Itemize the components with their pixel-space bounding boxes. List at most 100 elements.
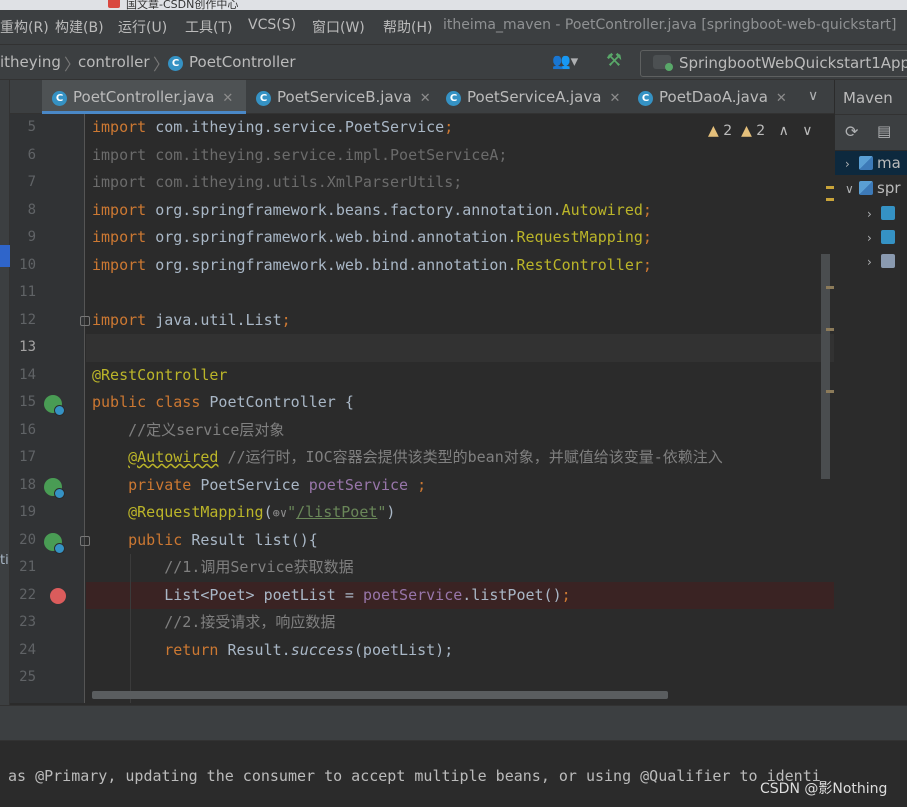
- lifecycle-gear-icon: [881, 206, 895, 220]
- code-line-breakpoint: List<Poet> poetList = poetService.listPo…: [86, 581, 834, 609]
- tab-poetdaoa[interactable]: C PoetDaoA.java ✕: [630, 80, 806, 114]
- window-title: itheima_maven - PoetController.java [spr…: [443, 17, 897, 33]
- ide-window: 国文章-CSDN创作中心 重构(R) 构建(B) 运行(U) 工具(T) VCS…: [0, 0, 907, 807]
- spring-bean-icon[interactable]: [44, 395, 65, 416]
- menu-refactor[interactable]: 重构(R): [0, 17, 49, 37]
- maven-tree-item[interactable]: ›: [867, 204, 899, 222]
- globe-icon: ⊕∨: [272, 506, 288, 520]
- chevron-right-icon: ›: [867, 207, 872, 221]
- code-line: private PoetService poetService ;: [92, 475, 427, 494]
- code-line: public class PoetController {: [92, 393, 354, 411]
- maven-tree-item[interactable]: ›: [867, 252, 899, 270]
- code-line: public Result list(){: [92, 530, 318, 549]
- chevron-down-icon[interactable]: ∨: [808, 88, 818, 104]
- warning-marker[interactable]: [826, 186, 834, 189]
- weak-warning-icon: ▲: [741, 123, 752, 139]
- horizontal-scrollbar[interactable]: [92, 691, 668, 699]
- breakpoint-icon[interactable]: [50, 588, 66, 604]
- line-number: 18: [19, 476, 36, 493]
- code-line: return Result.success(poetList);: [92, 640, 454, 659]
- watermark: CSDN @影Nothing: [760, 781, 888, 797]
- class-icon: C: [168, 56, 183, 71]
- maven-panel: Maven ⟳ ▤ › ma ∨ spr › › ›: [834, 80, 907, 705]
- line-number: 11: [19, 284, 36, 300]
- close-icon[interactable]: ✕: [609, 91, 620, 106]
- menu-run[interactable]: 运行(U): [118, 17, 167, 37]
- console-output: as @Primary, updating the consumer to ac…: [8, 767, 821, 785]
- error-stripe-marker[interactable]: [826, 286, 834, 289]
- close-icon[interactable]: ✕: [776, 91, 787, 106]
- tab-poetserviceb[interactable]: C PoetServiceB.java ✕: [248, 80, 436, 114]
- class-icon: C: [52, 91, 67, 106]
- maven-tree-item[interactable]: ›: [867, 228, 899, 246]
- hammer-icon[interactable]: ⚒: [606, 50, 622, 71]
- breadcrumb-controller[interactable]: controller: [78, 53, 150, 71]
- menu-build[interactable]: 构建(B): [55, 17, 104, 37]
- warning-marker[interactable]: [826, 198, 834, 201]
- code-line: //1.调用Service获取数据: [92, 558, 354, 576]
- maven-title: Maven: [843, 89, 893, 107]
- menu-vcs[interactable]: VCS(S): [248, 17, 296, 33]
- menu-tools[interactable]: 工具(T): [185, 17, 232, 37]
- left-tool-strip: ti: [0, 80, 10, 705]
- run-configuration-selector[interactable]: SpringbootWebQuickstart1Application: [640, 50, 907, 77]
- current-line: [86, 334, 834, 362]
- chevron-right-icon: ›: [867, 231, 872, 245]
- code-editor[interactable]: 5 6 7 8 9 10 11 12 13 14 15 16 17 18 19 …: [10, 114, 834, 703]
- code-line: //定义service层对象: [92, 420, 285, 439]
- class-icon: C: [446, 91, 461, 106]
- divider: [835, 114, 907, 115]
- csdn-icon: [108, 0, 120, 8]
- chevron-down-icon: ∨: [845, 182, 854, 196]
- line-number: 14: [19, 366, 36, 383]
- editor-tab-bar: • CPoetController.java✕ CPoetServiceB.ja…: [0, 80, 834, 114]
- error-stripe-marker[interactable]: [826, 328, 834, 331]
- code-line: //2.接受请求，响应数据: [92, 613, 336, 631]
- inspection-widget[interactable]: ▲ 2 ▲ 2 ∧ ∨: [708, 123, 812, 139]
- line-number: 16: [19, 421, 36, 438]
- menu-window[interactable]: 窗口(W): [312, 17, 365, 37]
- line-number: 23: [19, 614, 36, 630]
- line-number: 25: [19, 669, 36, 685]
- line-number: 7: [27, 174, 36, 190]
- refresh-icon[interactable]: ⟳: [845, 122, 858, 141]
- line-number: 24: [19, 641, 36, 658]
- line-number: 13: [19, 339, 36, 355]
- tab-poetservicea[interactable]: C PoetServiceA.java ✕: [438, 80, 628, 114]
- breadcrumb-package[interactable]: itheying: [0, 53, 61, 71]
- code-line: @Autowired //运行时，IOC容器会提供该类型的bean对象，并赋值给…: [128, 448, 723, 466]
- code-line: import com.itheying.service.impl.PoetSer…: [92, 145, 508, 164]
- chevron-right-icon: ›: [867, 255, 872, 269]
- menu-bar: 重构(R) 构建(B) 运行(U) 工具(T) VCS(S) 窗口(W) 帮助(…: [0, 10, 907, 44]
- code-line: import org.springframework.web.bind.anno…: [92, 255, 652, 274]
- left-strip-selected[interactable]: [0, 245, 10, 267]
- error-stripe-marker[interactable]: [826, 390, 834, 393]
- chevron-down-icon[interactable]: ∨: [802, 123, 812, 139]
- folder-icon[interactable]: ▤: [877, 122, 891, 140]
- maven-tree-item[interactable]: ∨ spr: [845, 179, 901, 197]
- user-icon[interactable]: 👥▾: [552, 52, 578, 70]
- close-icon[interactable]: ✕: [420, 91, 431, 106]
- line-number: 15: [19, 394, 36, 410]
- spring-bean-icon[interactable]: [44, 533, 65, 554]
- browser-tab[interactable]: 国文章-CSDN创作中心: [108, 0, 238, 10]
- line-number: 5: [27, 119, 36, 135]
- close-icon[interactable]: ✕: [222, 91, 233, 106]
- spring-bean-icon[interactable]: [44, 478, 65, 499]
- browser-tab-strip: 国文章-CSDN创作中心: [0, 0, 907, 10]
- code-line: import com.itheying.utils.XmlParserUtils…: [92, 173, 463, 191]
- spring-boot-icon: [653, 55, 673, 71]
- breadcrumb-separator-icon: 〉: [153, 55, 170, 74]
- code-area[interactable]: import com.itheying.service.PoetService;…: [86, 114, 834, 703]
- chevron-up-icon[interactable]: ∧: [779, 123, 789, 139]
- editor-gutter[interactable]: 5 6 7 8 9 10 11 12 13 14 15 16 17 18 19 …: [10, 114, 90, 703]
- maven-module-icon: [859, 181, 873, 195]
- tab-poetcontroller[interactable]: C PoetController.java ✕: [42, 80, 246, 114]
- line-number: 10: [19, 256, 36, 273]
- maven-tree-item[interactable]: › ma: [835, 151, 907, 175]
- line-number: 12: [19, 311, 36, 328]
- breadcrumb-class[interactable]: C PoetController: [168, 53, 296, 71]
- left-strip-label: ti: [0, 553, 9, 568]
- menu-help[interactable]: 帮助(H): [383, 17, 432, 37]
- chevron-right-icon: ›: [845, 157, 850, 171]
